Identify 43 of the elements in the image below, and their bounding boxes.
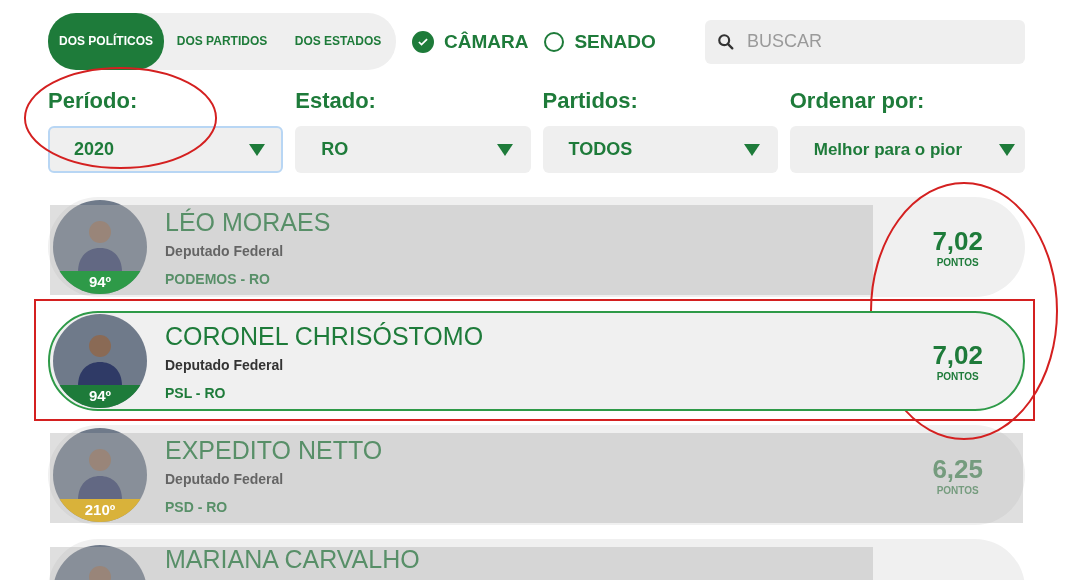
score-value: 7,02 (932, 340, 983, 371)
tab[interactable]: DOS POLÍTICOS (48, 13, 164, 70)
politician-role: Deputado Federal (165, 470, 285, 487)
radio-button[interactable] (544, 31, 565, 52)
party-state: PSD - RO (165, 498, 229, 515)
politician-name: MARIANA CARVALHO (165, 545, 421, 574)
person-silhouette-icon (78, 221, 122, 272)
filter-label: Estado: (295, 88, 377, 114)
politician-card[interactable]: 94º CORONEL CHRISÓSTOMO Deputado Federal PSL - RO 7,02 PONTOS (48, 311, 1025, 411)
tab[interactable]: DOS ESTADOS (280, 13, 396, 70)
politician-card[interactable]: 210º EXPEDITO NETTO Deputado Federal PSD - RO 6,25 PONTOS (48, 425, 1025, 525)
politician-name: EXPEDITO NETTO (165, 435, 384, 465)
party-state: PODEMOS - RO (165, 270, 271, 287)
filter-label: Período: (48, 88, 139, 114)
caret-icon (249, 143, 266, 156)
politician-role: Deputado Federal (165, 356, 285, 373)
dropdown[interactable]: RO (295, 126, 531, 173)
filter-label: Ordenar por: (789, 88, 926, 114)
politician-role: Deputado Federal (165, 242, 285, 259)
option-label: CÂMARA (444, 30, 529, 53)
score-value: 6,25 (932, 454, 983, 485)
party-state: PSL - RO (165, 384, 227, 401)
tab[interactable]: DOS PARTIDOS (164, 13, 280, 70)
dropdown[interactable]: Melhor para o pior (789, 126, 1025, 173)
score-label: PONTOS (936, 371, 979, 382)
radio-button[interactable] (412, 30, 434, 53)
caret-icon (743, 143, 760, 156)
option-label: SENADO (574, 30, 656, 53)
politician-card[interactable]: 94º LÉO MORAES Deputado Federal PODEMOS - RO 7,02 PONTOS (48, 197, 1025, 297)
politician-card[interactable]: MARIANA CARVALHO (48, 539, 1025, 580)
score-label: PONTOS (936, 485, 979, 496)
search-field[interactable]: BUSCAR (705, 19, 1025, 64)
politician-name: LÉO MORAES (165, 207, 332, 237)
caret-icon (496, 143, 513, 156)
score-value: 7,02 (932, 226, 983, 257)
dropdown[interactable]: 2020 (48, 126, 284, 173)
caret-icon (999, 143, 1015, 156)
filter-label: Partidos: (542, 88, 639, 114)
person-silhouette-icon (78, 335, 122, 386)
dropdown[interactable]: TODOS (542, 126, 778, 173)
politician-name: CORONEL CHRISÓSTOMO (165, 321, 485, 351)
score-label: PONTOS (936, 257, 979, 268)
person-silhouette-icon (78, 449, 122, 500)
